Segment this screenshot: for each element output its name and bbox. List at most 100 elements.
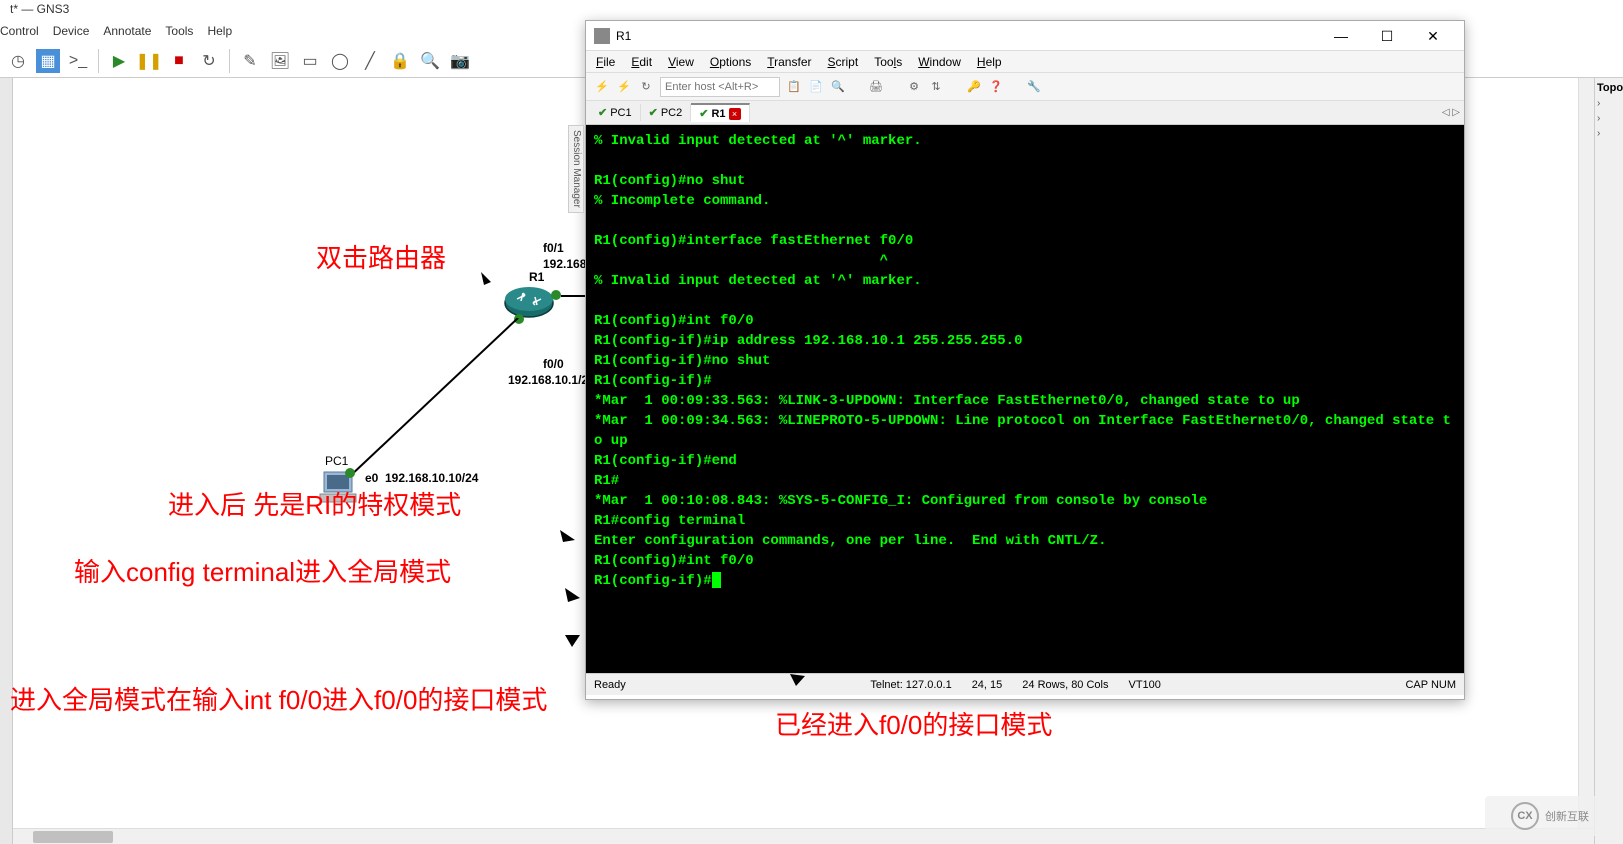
play-icon[interactable]: ▶ (107, 49, 131, 73)
terminal-titlebar[interactable]: R1 — ☐ ✕ (586, 21, 1464, 51)
back-icon[interactable]: ◷ (6, 49, 30, 73)
router-label: R1 (529, 270, 544, 284)
arrow-icon (490, 558, 590, 608)
menu-help[interactable]: Help (977, 55, 1002, 69)
terminal-toolbar: ⚡ ⚡ ↻ 📋 📄 🔍 🖨 ⚙ ⇅ 🔑 ❓ 🔧 (586, 73, 1464, 101)
terminal-menubar[interactable]: File Edit View Options Transfer Script T… (586, 51, 1464, 73)
dock-expand-icon[interactable]: › (1597, 113, 1621, 124)
copy-icon[interactable]: 📋 (786, 79, 802, 95)
arrow-icon (460, 490, 590, 550)
tab-pc2[interactable]: ✔PC2 (641, 104, 692, 121)
annotation-1: 双击路由器 (316, 238, 446, 275)
stop-icon[interactable]: ■ (167, 49, 191, 73)
camera-icon[interactable]: 📷 (448, 49, 472, 73)
menu-view[interactable]: View (668, 55, 694, 69)
if-label: f0/0 (543, 357, 564, 371)
status-connection: Telnet: 127.0.0.1 (870, 679, 951, 691)
if-label: e0 (365, 471, 378, 485)
print-icon[interactable]: 🖨 (868, 79, 884, 95)
lock-icon[interactable]: 🔒 (388, 49, 412, 73)
dock-expand-icon[interactable]: › (1597, 98, 1621, 109)
ip-label: 192.168.10.1/24 (508, 373, 595, 387)
menu-help[interactable]: Help (207, 24, 232, 42)
ellipse-icon[interactable]: ◯ (328, 49, 352, 73)
terminal-title: R1 (616, 29, 1318, 43)
maximize-button[interactable]: ☐ (1364, 22, 1410, 50)
gns3-titlebar: t* — GNS3 (0, 0, 1623, 22)
pause-icon[interactable]: ❚❚ (137, 49, 161, 73)
terminal-icon (594, 28, 610, 44)
check-icon: ✔ (699, 107, 708, 120)
annotation-4: 进入全局模式在输入int f0/0进入f0/0的接口模式 (10, 680, 547, 717)
menu-window[interactable]: Window (918, 55, 961, 69)
status-emulation: VT100 (1129, 679, 1161, 691)
connect-icon[interactable]: ⚡ (594, 79, 610, 95)
toolbar-separator (98, 49, 99, 73)
grid-icon[interactable]: ▦ (36, 49, 60, 73)
reconnect-icon[interactable]: ↻ (638, 79, 654, 95)
paste-icon[interactable]: 📄 (808, 79, 824, 95)
menu-tools[interactable]: Tools (165, 24, 193, 42)
zoom-icon[interactable]: 🔍 (418, 49, 442, 73)
link-dot (345, 468, 355, 478)
rect-icon[interactable]: ▭ (298, 49, 322, 73)
annotation-3: 输入config terminal进入全局模式 (74, 552, 451, 589)
link-dot (551, 290, 561, 300)
terminal-tabs: ✔PC1 ✔PC2 ✔R1 × ◁ ▷ (586, 101, 1464, 125)
reload-icon[interactable]: ↻ (197, 49, 221, 73)
menu-script[interactable]: Script (828, 55, 859, 69)
menu-options[interactable]: Options (710, 55, 751, 69)
right-dock-title: Topo (1597, 82, 1621, 94)
if-label: f0/1 (543, 241, 564, 255)
menu-annotate[interactable]: Annotate (103, 24, 151, 42)
annotation-2: 进入后 先是RI的特权模式 (168, 485, 461, 522)
status-caps: CAP NUM (1405, 679, 1456, 691)
terminal-window[interactable]: Session Manager R1 — ☐ ✕ File Edit View … (585, 20, 1465, 700)
menu-edit[interactable]: Edit (631, 55, 652, 69)
check-icon: ✔ (649, 106, 658, 119)
status-ready: Ready (594, 679, 626, 691)
minimize-button[interactable]: — (1318, 22, 1364, 50)
toolbar-separator (229, 49, 230, 73)
arrow-icon (446, 250, 506, 290)
ip-label: 192.168. (543, 257, 590, 271)
arrow-icon (780, 664, 860, 714)
tab-r1[interactable]: ✔R1 × (691, 103, 749, 122)
scroll-icon[interactable]: ⇅ (928, 79, 944, 95)
host-input[interactable] (660, 77, 780, 97)
left-dock (0, 78, 12, 844)
ip-label: 192.168.10.10/24 (385, 471, 478, 485)
tools-icon[interactable]: 🔧 (1026, 79, 1042, 95)
console-icon[interactable]: >_ (66, 49, 90, 73)
properties-icon[interactable]: ⚙ (906, 79, 922, 95)
help-icon[interactable]: ❓ (988, 79, 1004, 95)
dock-expand-icon[interactable]: › (1597, 128, 1621, 139)
canvas-scrollbar-v[interactable] (1578, 78, 1594, 828)
menu-control[interactable]: Control (0, 24, 39, 42)
tab-nav-arrows[interactable]: ◁ ▷ (1442, 107, 1460, 118)
arrow-icon (500, 625, 590, 685)
check-icon: ✔ (598, 106, 607, 119)
session-manager-tab[interactable]: Session Manager (568, 125, 584, 213)
key-icon[interactable]: 🔑 (966, 79, 982, 95)
close-button[interactable]: ✕ (1410, 22, 1456, 50)
pc-label: PC1 (325, 454, 348, 468)
terminal-output[interactable]: % Invalid input detected at '^' marker. … (586, 125, 1464, 673)
image-icon[interactable]: 🖼 (268, 49, 292, 73)
menu-device[interactable]: Device (53, 24, 90, 42)
menu-transfer[interactable]: Transfer (767, 55, 811, 69)
status-cursor-pos: 24, 15 (972, 679, 1003, 691)
watermark-text: 创新互联 (1545, 808, 1589, 824)
find-icon[interactable]: 🔍 (830, 79, 846, 95)
watermark-logo: CX 创新互联 (1485, 796, 1615, 836)
tab-close-icon[interactable]: × (729, 108, 741, 120)
line-icon[interactable]: ╱ (358, 49, 382, 73)
note-icon[interactable]: ✎ (238, 49, 262, 73)
link-line-pc1 (338, 318, 523, 488)
tab-pc1[interactable]: ✔PC1 (590, 104, 641, 121)
menu-file[interactable]: File (596, 55, 615, 69)
menu-tools[interactable]: Tools (874, 55, 902, 69)
disconnect-icon[interactable]: ⚡ (616, 79, 632, 95)
canvas-scrollbar-h[interactable] (13, 828, 1594, 844)
router-r1[interactable] (503, 283, 555, 323)
